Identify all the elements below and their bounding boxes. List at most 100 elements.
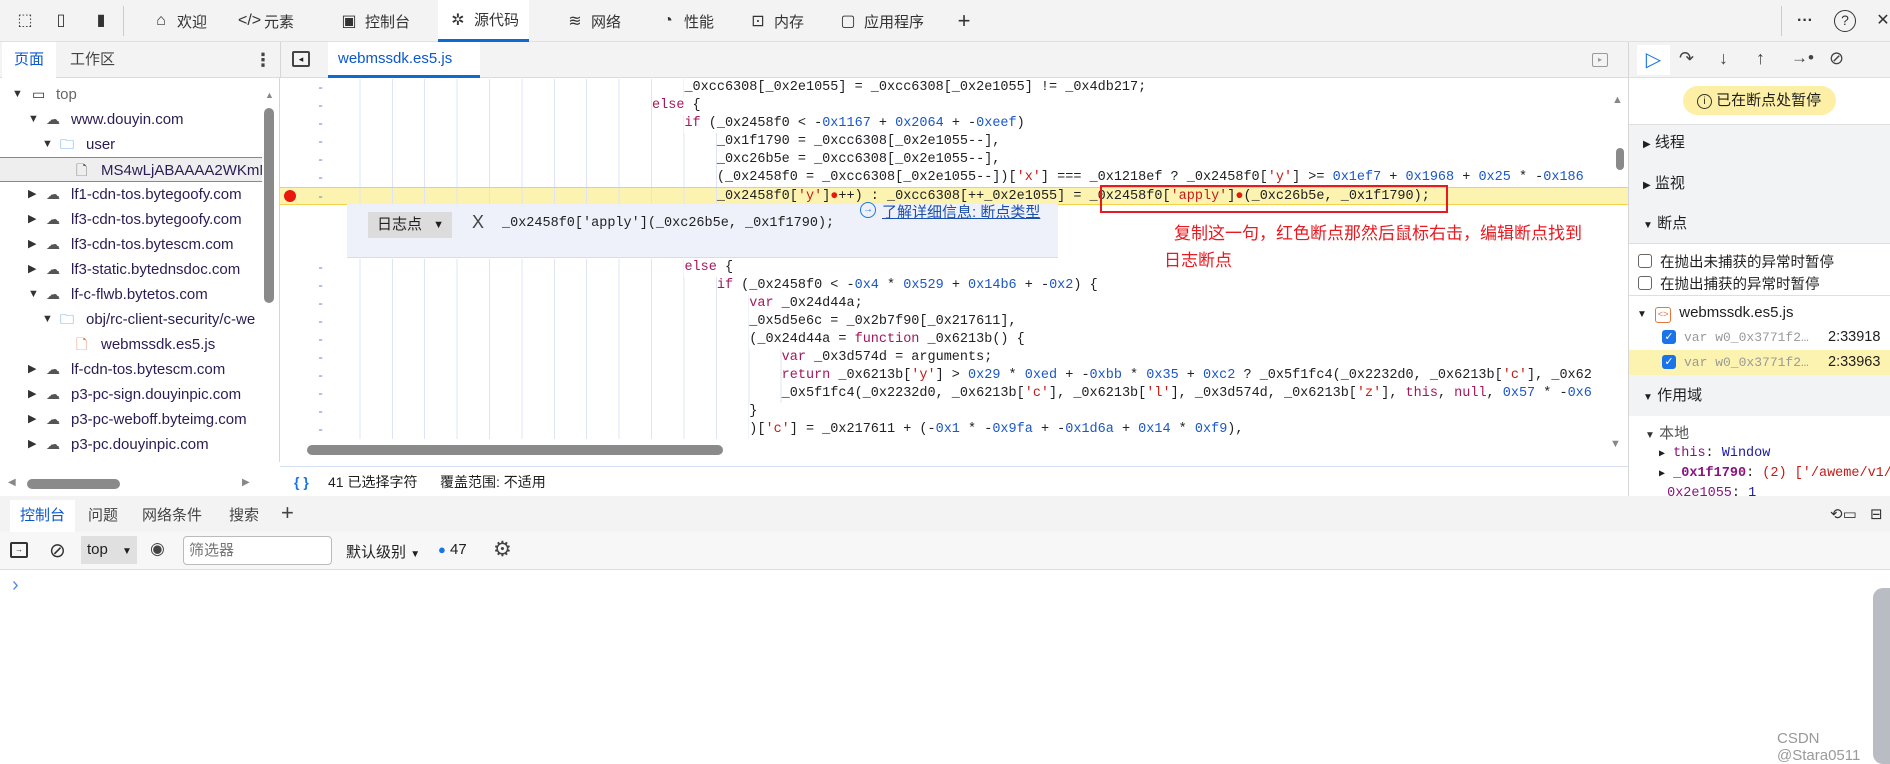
code-line[interactable]: - _0xc26b5e = _0xcc6308[_0x2e1055--], [280,151,1628,169]
show-sidebar-icon[interactable]: → [10,542,28,558]
line-gutter[interactable]: - [317,259,324,277]
tab-chip[interactable]: ⊡ 内存 [738,0,814,42]
code-horizontal-scrollbar[interactable] [307,445,723,455]
learn-more-link[interactable]: 了解详细信息: 断点类型 [882,201,1040,222]
tree-item[interactable]: ▶ ☁ lf1-cdn-tos.bytegoofy.com [0,182,262,207]
toggle-sidebar-icon[interactable]: ▮ [90,10,112,32]
tab-bug[interactable]: ✲ 源代码 [438,0,530,42]
tree-item[interactable]: ▶ ☁ lf3-cdn-tos.bytescm.com [0,232,262,257]
breakpoint-checkbox[interactable]: ✓ [1662,330,1676,344]
drawer-tab[interactable]: 问题 [78,500,128,532]
chevron-right-icon[interactable]: ▶ [28,357,36,382]
line-gutter[interactable]: - [317,169,324,187]
clear-console-icon[interactable]: ⊘ [49,538,66,563]
code-line[interactable]: -} [280,403,1628,421]
chevron-right-icon[interactable]: ▶ [28,407,36,432]
chevron-right-icon[interactable]: ▶ [28,457,36,462]
tree-item[interactable]: ▼ 🗀 obj/rc-client-security/c-we [0,307,262,332]
tab-workspace[interactable]: 工作区 [58,42,127,78]
code-line[interactable]: - else { [280,97,1628,115]
console-prompt[interactable]: › [12,574,19,597]
pause-caught-checkbox[interactable] [1638,276,1652,290]
drawer-tab[interactable]: 网络条件 [132,500,212,532]
section-threads[interactable]: ▶ 线程 [1643,133,1685,153]
chevron-right-icon[interactable]: ▶ [28,257,36,282]
line-gutter[interactable]: - [317,331,324,349]
context-select[interactable]: top ▼ [81,536,137,564]
close-devtools-button[interactable]: ✕ [1872,10,1890,32]
tab-performance[interactable]: ◔ 性能 [648,0,724,42]
toggle-navigator-icon[interactable]: ◂ [292,51,310,67]
drawer-tab[interactable]: 控制台 [10,500,76,532]
section-watch[interactable]: ▶ 监视 [1643,174,1685,194]
line-gutter[interactable]: - [317,79,324,97]
line-gutter[interactable]: - [317,367,324,385]
tree-item[interactable]: ▼ ☁ www.douyin.com [0,107,262,132]
deactivate-breakpoints-button[interactable]: ⊘ [1829,48,1844,69]
resume-button[interactable]: ▷ [1637,45,1670,75]
dock-drawer-icon[interactable]: ⟲▭ [1830,505,1857,523]
navigator-more-button[interactable]: ⋮ [242,42,284,78]
inspect-element-icon[interactable]: ⬚ [14,10,36,32]
code-line[interactable]: - return _0x6213b['y'] > 0x29 * 0xed + -0… [280,367,1628,385]
add-tab-button[interactable]: + [953,10,975,32]
scrollbar-thumb[interactable] [27,479,120,489]
tab-home[interactable]: ⌂ 欢迎 [141,0,217,42]
pause-uncaught-checkbox[interactable] [1638,254,1652,268]
line-gutter[interactable]: - [317,313,324,331]
line-gutter[interactable]: - [317,188,324,206]
code-line[interactable]: -)['c'] = _0x217611 + (-0x1 * -0x9fa + -… [280,421,1628,439]
breakpoint-file[interactable]: ▼ <> webmssdk.es5.js [1637,304,1793,323]
scope-item[interactable]: ▶ _0x1f1790: (2) ['/aweme/v1/w [1659,466,1890,481]
line-gutter[interactable]: - [317,385,324,403]
code-line[interactable]: - if (_0x2458f0 < -0x4 * 0x529 + 0x14b6 +… [280,277,1628,295]
code-line[interactable]: - (_0x24d44a = function _0x6213b() { [280,331,1628,349]
line-gutter[interactable]: - [317,349,324,367]
step-button[interactable]: →• [1791,48,1814,68]
help-button[interactable]: ? [1834,10,1856,32]
console-settings-gear-icon[interactable]: ⚙ [493,537,512,562]
live-expression-eye-icon[interactable]: ◉ [150,539,165,559]
tree-item[interactable]: ▶ ☁ lf3-cdn-tos.bytegoofy.com [0,207,262,232]
tree-item[interactable]: ▶ ☁ lf3-static.bytednsdoc.com [0,257,262,282]
code-line[interactable]: - if (_0x2458f0 < -0x1167 + 0x2064 + -0xe… [280,115,1628,133]
tree-item[interactable]: ▼ ☁ lf-c-flwb.bytetos.com [0,282,262,307]
chevron-down-icon[interactable]: ▼ [42,307,53,332]
chevron-right-icon[interactable]: ▶ [28,432,36,457]
log-level-select[interactable]: 默认级别 ▼ [346,541,420,562]
scroll-up-arrow[interactable]: ▲ [1612,94,1623,106]
tree-item[interactable]: ▶ ☁ lf-cdn-tos.bytescm.com [0,357,262,382]
code-line[interactable]: - _0x5f1fc4(_0x2232d0, _0x6213b['c'], _0x… [280,385,1628,403]
breakpoint-type-select[interactable]: 日志点 ▼ [368,212,452,238]
tree-item[interactable]: ▼ 🗀 user [0,132,262,157]
tab-code[interactable]: </> 元素 [228,0,304,42]
floating-widget[interactable] [1873,588,1890,764]
line-gutter[interactable]: - [317,295,324,313]
chevron-down-icon[interactable]: ▼ [12,82,23,107]
line-gutter[interactable]: - [317,277,324,295]
add-drawer-tab-button[interactable]: + [281,500,294,526]
code-line[interactable]: - _0xcc6308[_0x2e1055] = _0xcc6308[_0x2e1… [280,79,1628,97]
pretty-print-button[interactable]: { } [294,467,309,497]
device-toolbar-icon[interactable]: ▯ [50,10,72,32]
scroll-down-arrow[interactable]: ▼ [1610,438,1621,450]
code-editor[interactable]: - _0xcc6308[_0x2e1055] = _0xcc6308[_0x2e1… [280,78,1628,466]
tab-wifi[interactable]: ≋ 网络 [555,0,631,42]
code-line[interactable]: - var _0x24d44a; [280,295,1628,313]
tree-vertical-scrollbar[interactable]: ▲ [263,90,275,460]
breakpoint-item[interactable]: ✓ var w0_0x3771f2… 2:33918 [1629,325,1890,350]
tree-item[interactable]: ▶ ☁ p3-pc-weboff.byteimg.com [0,407,262,432]
tab-console[interactable]: ▣ 控制台 [329,0,420,42]
scope-local[interactable]: ▼ 本地 [1645,422,1689,443]
tree-item[interactable]: ▶ ☁ p3-pc.douyinpic.com [0,432,262,457]
close-drawer-icon[interactable]: ⊟ [1870,505,1883,523]
console-filter-input[interactable] [183,536,332,565]
line-gutter[interactable]: - [317,97,324,115]
code-line[interactable]: - _0x1f1790 = _0xcc6308[_0x2e1055--], [280,133,1628,151]
step-over-button[interactable]: ↷ [1679,48,1694,69]
inline-breakpoint-icon[interactable]: ● [830,189,838,204]
code-vertical-scrollbar[interactable] [1616,148,1624,170]
scrollbar-thumb[interactable] [264,108,274,303]
code-line[interactable]: - else { [280,259,1628,277]
tab-app[interactable]: ▢ 应用程序 [828,0,934,42]
